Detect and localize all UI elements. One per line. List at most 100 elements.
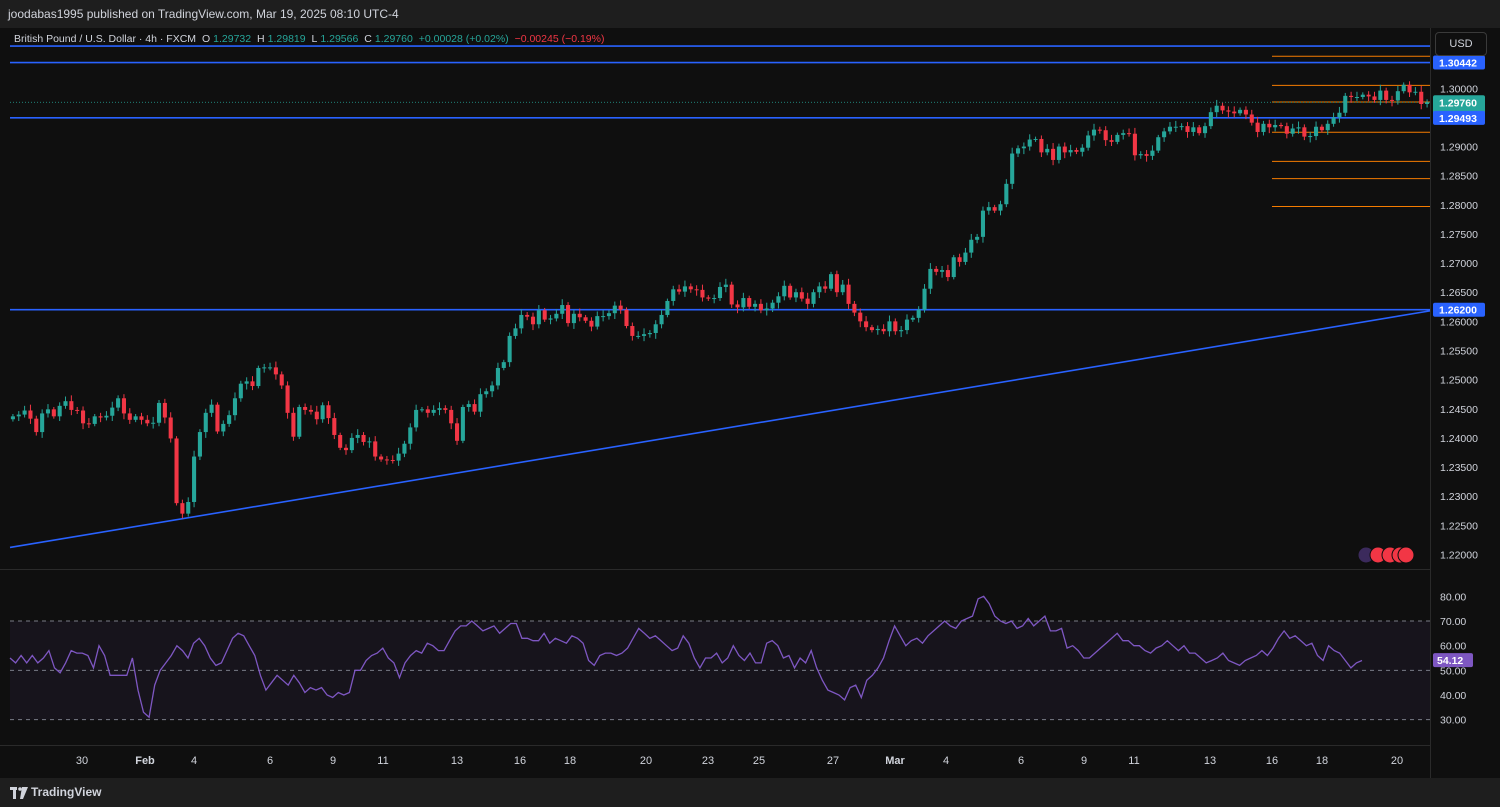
candle-body	[1325, 123, 1330, 131]
candle-body	[928, 268, 933, 289]
candle-body	[1021, 146, 1026, 149]
candle-body	[747, 298, 752, 307]
candle-body	[1167, 126, 1173, 132]
candle-body	[1319, 126, 1324, 131]
candle-body	[980, 210, 986, 237]
high-label: H	[257, 33, 265, 45]
candle-body	[466, 404, 471, 408]
candle-body	[291, 412, 296, 437]
candle-body	[314, 411, 319, 420]
candle-body	[566, 305, 571, 324]
candle-body	[490, 385, 495, 392]
candle-body	[1004, 183, 1009, 205]
x-tick-label: 20	[1391, 755, 1403, 767]
candle-body	[793, 292, 799, 298]
candle-body	[133, 416, 138, 420]
chart-frame[interactable]: 1.30000 1.29000 1.28500 1.28000 1.27500 1.270…	[0, 28, 1500, 778]
currency-button[interactable]: USD	[1435, 32, 1487, 56]
low-value: 1.29566	[320, 33, 359, 45]
candle-body	[1051, 148, 1056, 160]
candle-body	[431, 409, 436, 413]
candle-body	[127, 413, 132, 420]
candle-body	[758, 303, 763, 311]
y-tick-label: 1.23500	[1440, 462, 1478, 474]
y-tick-label: 1.26500	[1440, 287, 1478, 299]
candle-body	[484, 391, 489, 395]
candle-body	[1273, 124, 1278, 128]
candle-body	[162, 402, 167, 418]
candle-body	[571, 313, 576, 324]
candle-body	[881, 328, 886, 332]
candle-body	[1056, 146, 1061, 160]
candle-body	[472, 404, 477, 412]
candle-body	[151, 422, 156, 424]
candle-body	[28, 410, 33, 419]
close-value: 1.29760	[374, 33, 413, 45]
candle-body	[630, 326, 635, 336]
symbol-legend: British Pound / U.S. Dollar · 4h · FXCM …	[14, 33, 607, 45]
candle-body	[361, 434, 366, 442]
candle-body	[700, 289, 705, 298]
x-tick-label: 6	[1018, 755, 1024, 767]
y-tick-label: 1.22000	[1440, 549, 1478, 561]
candle-body	[513, 328, 518, 336]
candle-body	[1074, 150, 1079, 152]
candle-body	[69, 401, 74, 410]
candle-body	[367, 441, 372, 443]
price-axis-tag-label: 1.26200	[1439, 305, 1477, 317]
chart-svg[interactable]: 1.30000 1.29000 1.28500 1.28000 1.27500 1.270…	[0, 28, 1500, 778]
candle-body	[910, 317, 915, 320]
candle-body	[986, 207, 991, 211]
candle-body	[1238, 109, 1243, 114]
candle-body	[279, 374, 284, 386]
candle-body	[595, 316, 600, 327]
candle-body	[238, 383, 243, 399]
country-flag-icon	[1397, 546, 1415, 564]
candle-body	[606, 313, 612, 317]
candle-body	[1331, 117, 1336, 124]
candle-body	[16, 414, 21, 417]
x-tick-label: 11	[1128, 755, 1139, 767]
candle-body	[1127, 133, 1132, 135]
candle-body	[636, 335, 641, 337]
candle-body	[285, 385, 290, 413]
candle-body	[1354, 97, 1359, 99]
high-value: 1.29819	[267, 33, 306, 45]
x-tick-label: 6	[267, 755, 273, 767]
rsi-tick-label: 40.00	[1440, 690, 1466, 702]
candle-body	[507, 335, 512, 363]
candle-body	[1010, 153, 1015, 184]
candle-body	[81, 410, 86, 424]
candle-body	[858, 312, 863, 322]
candle-body	[729, 284, 734, 305]
candle-body	[548, 318, 553, 320]
candle-body	[86, 423, 91, 425]
candle-body	[741, 298, 746, 308]
y-tick-label: 1.27000	[1440, 258, 1478, 270]
candle-body	[1296, 127, 1301, 129]
candle-body	[653, 324, 658, 334]
rsi-tick-label: 30.00	[1440, 715, 1466, 727]
candle-body	[1243, 109, 1248, 115]
y-tick-label: 1.28000	[1440, 200, 1478, 212]
candle-body	[1027, 139, 1032, 147]
x-tick-label: Mar	[885, 755, 905, 767]
candle-body	[390, 460, 395, 462]
candle-body	[1413, 91, 1418, 93]
candles-group	[10, 81, 1430, 519]
rsi-tick-label: 60.00	[1440, 641, 1466, 653]
candle-body	[209, 404, 214, 413]
candle-body	[98, 416, 103, 418]
candle-body	[1384, 90, 1389, 100]
open-label: O	[201, 33, 211, 45]
candle-body	[156, 402, 162, 423]
low-label: L	[311, 33, 318, 45]
candle-body	[145, 419, 150, 424]
candle-body	[1249, 114, 1254, 123]
candle-body	[460, 407, 465, 441]
candle-body	[519, 314, 524, 329]
candle-body	[916, 309, 921, 318]
candle-body	[1197, 127, 1202, 134]
candle-body	[326, 405, 331, 419]
candle-body	[1208, 112, 1213, 127]
